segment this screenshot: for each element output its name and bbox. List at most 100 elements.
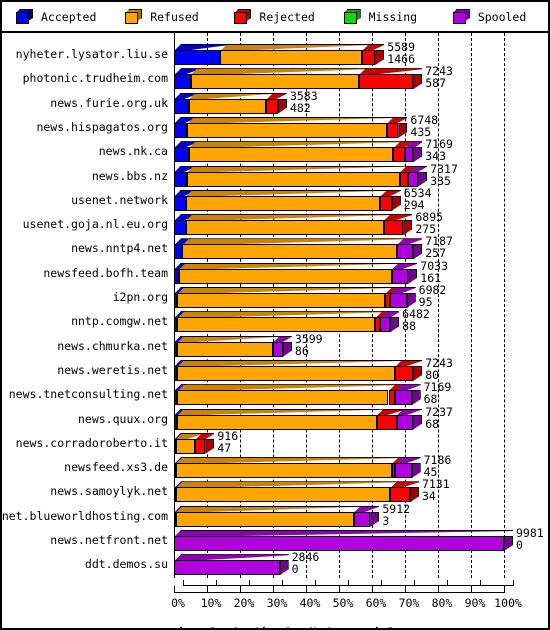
- bar-end-cap: [418, 171, 428, 187]
- y-axis-label: usenet.goja.nl.eu.org: [22, 217, 168, 232]
- bar-value-label-bottom: 257: [425, 246, 447, 261]
- bar-segment-spooled[interactable]: [273, 341, 283, 357]
- bar-value-label-bottom: 47: [217, 440, 232, 455]
- bar-value-label-bottom: 45: [423, 465, 438, 480]
- bar-segment-spooled[interactable]: [391, 268, 409, 284]
- bar-segment-rejected[interactable]: [386, 122, 399, 138]
- bar-series-container: 5589 1466 7243 587 3583 482 6748 435 7169 343 7317…: [174, 33, 548, 578]
- bar-segment-accepted[interactable]: [174, 220, 186, 236]
- x-axis-tick-label: 50%: [332, 596, 354, 610]
- x-axis-tick: [339, 586, 340, 593]
- bar-end-cap: [409, 487, 419, 503]
- bar-segment-refused[interactable]: [177, 414, 377, 430]
- chart-window: Accepted Refused Rejected Missing Spooled ny…: [0, 0, 550, 630]
- x-axis-tick-back: [381, 580, 382, 586]
- bar-segment-accepted[interactable]: [174, 244, 183, 260]
- bar-segment-rejected[interactable]: [393, 147, 405, 163]
- bar-segment-refused[interactable]: [175, 487, 391, 503]
- bar-row: 3599 86: [174, 333, 548, 358]
- bar-segment-spooled[interactable]: [380, 317, 391, 333]
- bar-segment-rejected[interactable]: [266, 98, 278, 114]
- bar-segment-refused[interactable]: [177, 293, 386, 308]
- y-axis-label: news.nk.ca: [98, 144, 168, 159]
- bar-segment-rejected[interactable]: [376, 414, 397, 430]
- bar-segment-rejected[interactable]: [388, 390, 396, 406]
- bar-segment-spooled[interactable]: [396, 414, 414, 430]
- bar-segment-spooled[interactable]: [405, 147, 414, 163]
- bar-segment-accepted[interactable]: [174, 98, 189, 114]
- x-axis-tick-label: 60%: [365, 596, 387, 610]
- bar-segment-spooled[interactable]: [353, 511, 371, 527]
- legend-label: Refused: [150, 9, 199, 24]
- bar-segment-spooled[interactable]: [396, 244, 414, 260]
- x-axis-tick-label: 80%: [431, 596, 453, 610]
- bar-segment-rejected[interactable]: [400, 171, 409, 187]
- legend-item-refused: Refused: [111, 9, 220, 24]
- bar-segment-refused[interactable]: [175, 463, 392, 479]
- x-axis-tick: [372, 586, 373, 593]
- bar-value-label-bottom: 587: [425, 76, 447, 91]
- bar-segment-spooled[interactable]: [174, 536, 504, 551]
- bar-segment-refused[interactable]: [185, 195, 381, 211]
- bar-segment-refused[interactable]: [185, 220, 384, 236]
- bar-value-label-bottom: 0: [291, 562, 299, 577]
- x-axis-tick: [273, 586, 274, 593]
- bar-segment-refused[interactable]: [177, 341, 273, 357]
- legend-item-missing: Missing: [330, 9, 439, 24]
- bar-row: 6748 435: [174, 114, 548, 139]
- bar-end-cap: [413, 74, 423, 90]
- x-axis-tick: [240, 586, 241, 593]
- bar-segment-refused[interactable]: [175, 438, 196, 454]
- bar-row: 916 47: [174, 430, 548, 455]
- bar-end-cap: [277, 98, 287, 114]
- bar-segment-spooled[interactable]: [395, 390, 412, 406]
- bar-segment-refused[interactable]: [175, 511, 354, 527]
- y-axis-label: news.netfront.net: [50, 533, 168, 547]
- bar-segment-accepted[interactable]: [174, 171, 188, 187]
- bar-segment-refused[interactable]: [177, 365, 396, 381]
- bar-value-label-bottom: 86: [294, 343, 309, 358]
- bar-segment-rejected[interactable]: [195, 438, 206, 454]
- bar-row: 9981 0: [174, 527, 548, 552]
- bar-segment-spooled[interactable]: [408, 171, 419, 187]
- bar-segment-refused[interactable]: [177, 317, 376, 333]
- bar-segment-refused[interactable]: [188, 147, 394, 163]
- y-axis-label: usenet.blueworldhosting.com: [1, 508, 168, 523]
- bar-segment-rejected[interactable]: [390, 487, 410, 503]
- bar-end-cap: [279, 560, 289, 576]
- bar-segment-accepted[interactable]: [174, 195, 186, 211]
- bar-segment-spooled[interactable]: [395, 463, 412, 479]
- bar-segment-refused[interactable]: [178, 268, 392, 284]
- bar-segment-refused[interactable]: [187, 122, 387, 138]
- cube-icon: [16, 9, 33, 24]
- chart-legend: Accepted Refused Rejected Missing Spooled: [2, 2, 548, 33]
- bar-value-label-bottom: 294: [403, 197, 425, 212]
- bar-segment-spooled[interactable]: [390, 293, 407, 308]
- bar-segment-refused[interactable]: [188, 98, 267, 114]
- bar-segment-refused[interactable]: [190, 74, 359, 90]
- y-axis-label: ddt.demos.su: [84, 557, 168, 572]
- bar-segment-accepted[interactable]: [174, 50, 221, 65]
- bar-segment-refused[interactable]: [220, 50, 363, 65]
- bar-segment-rejected[interactable]: [383, 220, 404, 236]
- bar-segment-accepted[interactable]: [174, 74, 191, 90]
- bar-segment-accepted[interactable]: [174, 147, 189, 163]
- x-axis-tick-back: [480, 580, 481, 586]
- bar-row: 7187 257: [174, 235, 548, 261]
- x-axis-tick-back: [315, 580, 316, 586]
- bar-segment-refused[interactable]: [187, 171, 401, 187]
- bar-segment-refused[interactable]: [182, 244, 397, 260]
- x-axis-tick-label: 90%: [464, 596, 486, 610]
- bar-segment-rejected[interactable]: [395, 365, 414, 381]
- x-axis-tick-back: [447, 580, 448, 586]
- bar-row: 6482 88: [174, 308, 548, 333]
- bar-segment-rejected[interactable]: [380, 195, 392, 211]
- bar-segment-refused[interactable]: [177, 390, 389, 406]
- bar-segment-rejected[interactable]: [362, 50, 376, 65]
- bar-segment-rejected[interactable]: [358, 74, 414, 90]
- y-axis-label: news.nntp4.net: [71, 241, 168, 256]
- bar-end-cap: [413, 147, 423, 163]
- cube-icon: [125, 9, 143, 24]
- bar-segment-spooled[interactable]: [174, 560, 280, 576]
- bar-segment-accepted[interactable]: [174, 122, 188, 138]
